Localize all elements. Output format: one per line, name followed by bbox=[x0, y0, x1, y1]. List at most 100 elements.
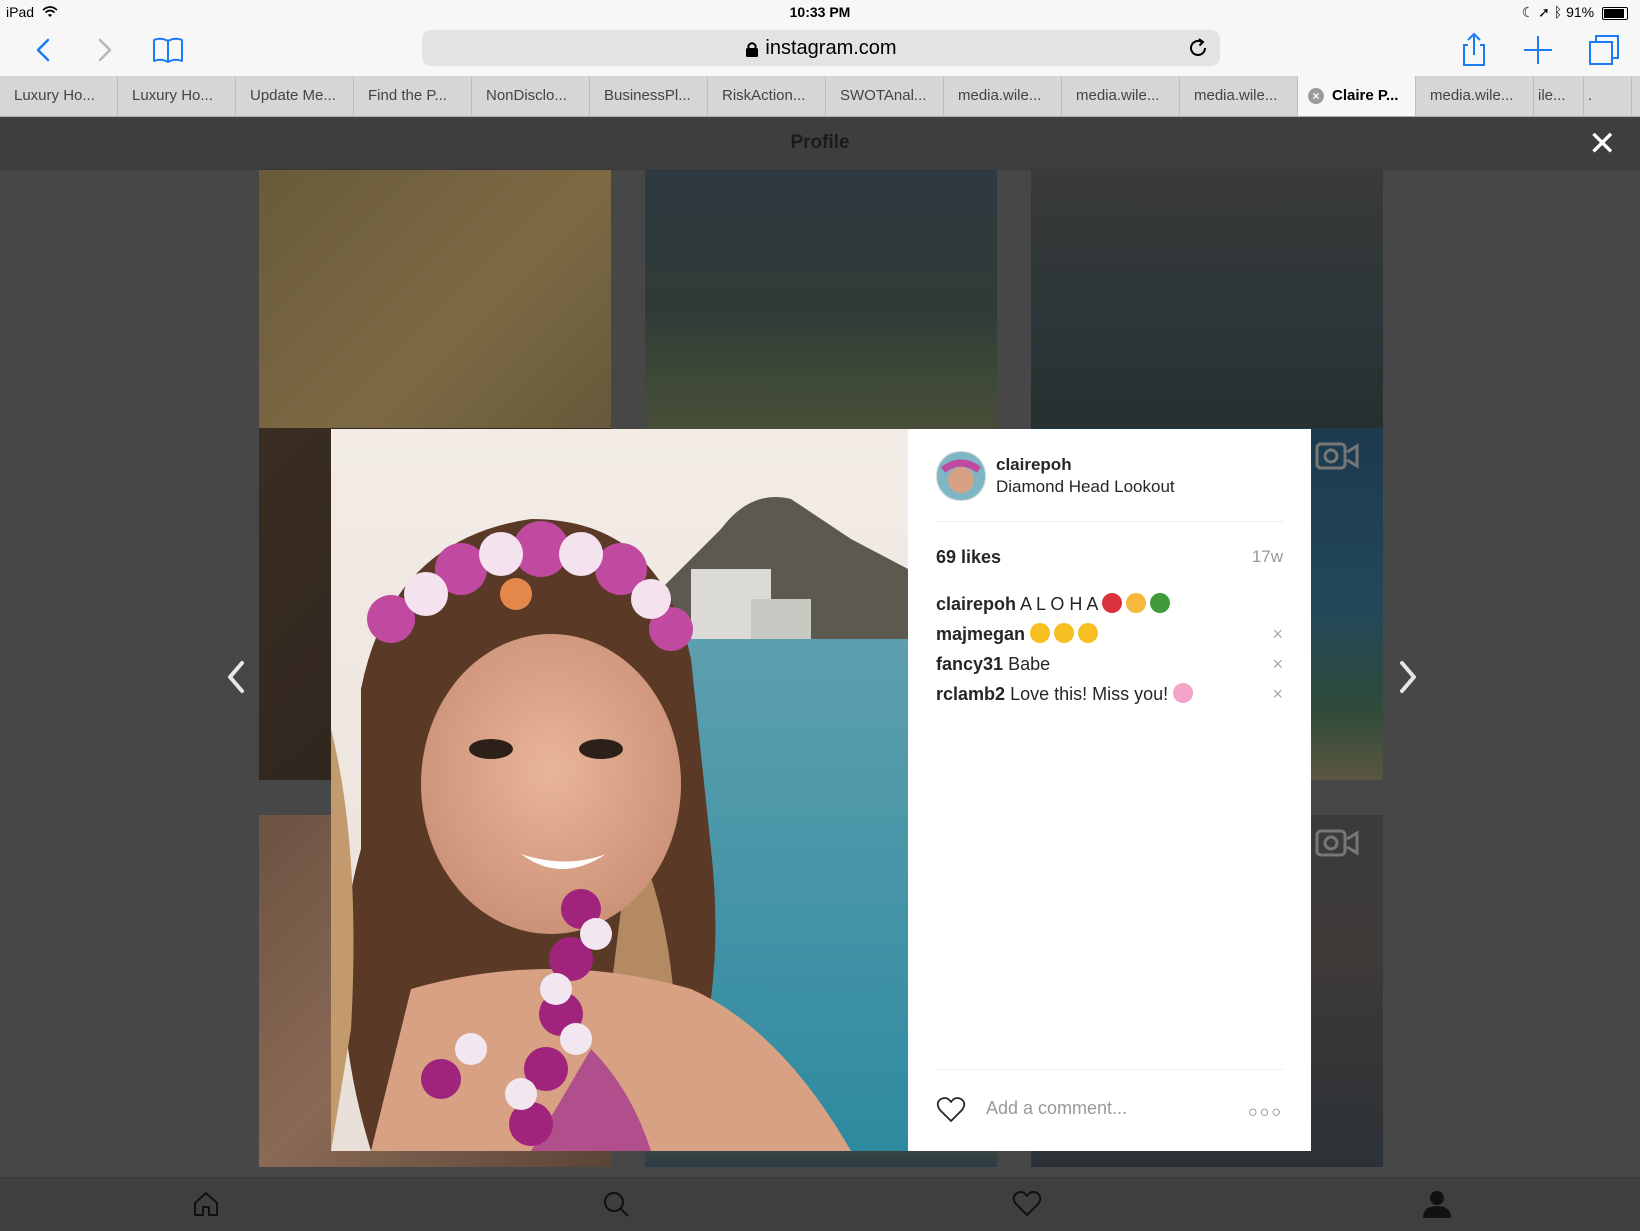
comment-text: A L O H A bbox=[1020, 594, 1098, 614]
tabs-overview-button[interactable] bbox=[1584, 30, 1624, 70]
browser-tab[interactable]: BusinessPl... bbox=[590, 76, 708, 116]
back-button[interactable] bbox=[24, 30, 64, 70]
reload-icon[interactable] bbox=[1186, 36, 1210, 60]
post-age[interactable]: 17w bbox=[1252, 547, 1283, 567]
next-post-button[interactable] bbox=[1394, 657, 1422, 702]
bottom-navigation bbox=[0, 1177, 1640, 1231]
tab-label: Find the P... bbox=[368, 87, 447, 104]
chevron-left-icon bbox=[36, 38, 50, 62]
profile-button[interactable] bbox=[1422, 1190, 1452, 1223]
comment: clairepoh A L O H A bbox=[936, 589, 1283, 619]
heart-eyes-emoji-icon bbox=[1030, 623, 1051, 643]
more-options-button[interactable]: ○○○ bbox=[1248, 1104, 1283, 1122]
location-arrow-icon: ➚ bbox=[1538, 4, 1550, 20]
chevron-right-icon bbox=[98, 38, 112, 62]
post-modal: clairepoh Diamond Head Lookout 69 likes … bbox=[331, 429, 1311, 1151]
browser-tab[interactable]: ile... bbox=[1534, 76, 1584, 116]
tab-label: . bbox=[1588, 87, 1593, 104]
battery-icon bbox=[1602, 6, 1628, 20]
tab-label: NonDisclo... bbox=[486, 87, 567, 104]
heart-icon bbox=[936, 1097, 966, 1122]
comment-username[interactable]: rclamb2 bbox=[936, 684, 1005, 704]
tab-bar: Luxury Ho... Luxury Ho... Update Me... Find… bbox=[0, 76, 1640, 117]
post-username[interactable]: clairepoh bbox=[996, 455, 1072, 475]
heart-eyes-emoji-icon bbox=[1054, 623, 1075, 643]
cherry-blossom-emoji-icon bbox=[1173, 683, 1194, 703]
delete-comment-button[interactable]: × bbox=[1272, 679, 1283, 709]
chevron-right-icon bbox=[1400, 661, 1416, 693]
home-button[interactable] bbox=[192, 1190, 220, 1223]
close-tab-icon[interactable]: × bbox=[1308, 88, 1324, 104]
tab-label: media.wile... bbox=[1076, 87, 1160, 104]
tab-label: Claire P... bbox=[1332, 87, 1399, 104]
post-photo[interactable] bbox=[331, 429, 908, 1151]
clock: 10:33 PM bbox=[789, 4, 851, 20]
avatar[interactable] bbox=[936, 451, 986, 501]
browser-tab[interactable]: Luxury Ho... bbox=[0, 76, 118, 116]
instagram-page: Profile ✕ clairepoh Diamond Head Lookout… bbox=[0, 117, 1640, 1231]
browser-tab[interactable]: Luxury Ho... bbox=[118, 76, 236, 116]
tab-label: media.wile... bbox=[958, 87, 1042, 104]
tab-label: SWOTAnal... bbox=[840, 87, 927, 104]
close-button[interactable]: ✕ bbox=[1588, 127, 1617, 161]
chevron-left-icon bbox=[228, 661, 244, 693]
status-bar: iPad 10:33 PM ☾ ➚ ᛒ 91% bbox=[0, 0, 1640, 26]
plus-icon bbox=[1524, 36, 1552, 64]
forward-button[interactable] bbox=[84, 30, 124, 70]
browser-tab[interactable]: media.wile... bbox=[944, 76, 1062, 116]
browser-tab[interactable]: × Claire P... bbox=[1298, 76, 1416, 116]
delete-comment-button[interactable]: × bbox=[1272, 619, 1283, 649]
post-image bbox=[331, 429, 908, 1151]
post-location[interactable]: Diamond Head Lookout bbox=[996, 477, 1175, 497]
browser-tab[interactable]: media.wile... bbox=[1180, 76, 1298, 116]
comment: majmegan × bbox=[936, 619, 1283, 649]
browser-tab[interactable]: NonDisclo... bbox=[472, 76, 590, 116]
heart-icon bbox=[1012, 1191, 1042, 1216]
person-icon bbox=[1423, 1191, 1451, 1218]
comment-list: clairepoh A L O H A majmegan × fancy31 Ba… bbox=[936, 589, 1283, 709]
search-button[interactable] bbox=[602, 1190, 630, 1223]
browser-tab[interactable]: . bbox=[1584, 76, 1632, 116]
bookmarks-button[interactable] bbox=[148, 30, 188, 70]
tab-label: media.wile... bbox=[1430, 87, 1514, 104]
browser-tab[interactable]: RiskAction... bbox=[708, 76, 826, 116]
comment-bar: Add a comment... ○○○ bbox=[936, 1069, 1283, 1152]
comment: rclamb2 Love this! Miss you! × bbox=[936, 679, 1283, 709]
search-icon bbox=[604, 1192, 629, 1217]
new-tab-button[interactable] bbox=[1518, 30, 1558, 70]
tab-label: ile... bbox=[1538, 87, 1566, 104]
hibiscus-emoji-icon bbox=[1102, 593, 1123, 613]
tab-label: BusinessPl... bbox=[604, 87, 691, 104]
activity-button[interactable] bbox=[1012, 1190, 1042, 1223]
like-button[interactable] bbox=[936, 1096, 966, 1129]
comment: fancy31 Babe × bbox=[936, 649, 1283, 679]
browser-tab[interactable]: Update Me... bbox=[236, 76, 354, 116]
share-button[interactable] bbox=[1454, 30, 1494, 70]
comment-input[interactable]: Add a comment... bbox=[986, 1098, 1127, 1119]
palm-tree-emoji-icon bbox=[1150, 593, 1171, 613]
tab-label: media.wile... bbox=[1194, 87, 1278, 104]
avatar-image bbox=[937, 452, 985, 500]
comment-username[interactable]: majmegan bbox=[936, 624, 1025, 644]
comment-username[interactable]: fancy31 bbox=[936, 654, 1003, 674]
share-icon bbox=[1463, 32, 1485, 66]
heart-eyes-emoji-icon bbox=[1078, 623, 1099, 643]
browser-tab[interactable]: Find the P... bbox=[354, 76, 472, 116]
comment-username[interactable]: clairepoh bbox=[936, 594, 1016, 614]
bluetooth-icon: ᛒ bbox=[1553, 4, 1563, 20]
browser-tab[interactable]: media.wile... bbox=[1062, 76, 1180, 116]
browser-tab[interactable]: media.wile... bbox=[1416, 76, 1534, 116]
likes-count[interactable]: 69 likes bbox=[936, 547, 1001, 568]
tab-label: Luxury Ho... bbox=[132, 87, 213, 104]
browser-tab[interactable]: SWOTAnal... bbox=[826, 76, 944, 116]
thumbs-up-emoji-icon bbox=[1126, 593, 1147, 613]
comment-text: Love this! Miss you! bbox=[1010, 684, 1169, 704]
address-bar[interactable]: instagram.com bbox=[422, 30, 1220, 66]
tabs-icon bbox=[1589, 35, 1619, 65]
post-header: clairepoh Diamond Head Lookout bbox=[936, 451, 1283, 522]
home-icon bbox=[194, 1192, 218, 1216]
delete-comment-button[interactable]: × bbox=[1272, 649, 1283, 679]
post-details: clairepoh Diamond Head Lookout 69 likes … bbox=[908, 429, 1311, 1151]
previous-post-button[interactable] bbox=[222, 657, 250, 702]
video-camera-icon bbox=[1315, 442, 1359, 470]
